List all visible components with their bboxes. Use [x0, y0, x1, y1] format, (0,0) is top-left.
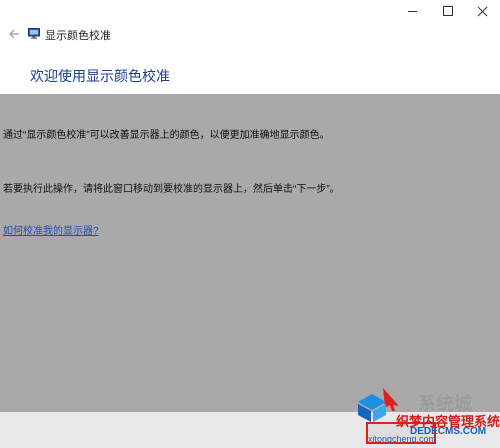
back-button[interactable] — [6, 26, 22, 42]
nav-row: 显示颜色校准 — [0, 22, 500, 48]
window-title: 显示颜色校准 — [45, 30, 111, 42]
windows-logo-icon — [358, 394, 386, 422]
maximize-icon — [443, 6, 453, 16]
help-link[interactable]: 如何校准我的显示器? — [3, 222, 99, 237]
close-button[interactable] — [464, 0, 500, 22]
close-icon — [477, 6, 488, 17]
page-heading: 欢迎使用显示颜色校准 — [30, 68, 170, 84]
maximize-button[interactable] — [430, 0, 466, 22]
instruction-paragraph: 若要执行此操作，请将此窗口移动到要校准的显示器上，然后单击“下一步”。 — [3, 184, 340, 195]
content-area: 通过“显示颜色校准”可以改善显示器上的颜色，以便更加准确地显示颜色。 若要执行此… — [0, 94, 500, 412]
monitor-icon — [28, 28, 40, 39]
arrow-left-icon — [9, 29, 19, 39]
title-bar[interactable] — [0, 0, 500, 22]
minimize-icon — [407, 10, 417, 12]
calibration-window: 显示颜色校准 欢迎使用显示颜色校准 通过“显示颜色校准”可以改善显示器上的颜色，… — [0, 0, 500, 448]
minimize-button[interactable] — [394, 0, 430, 22]
intro-paragraph: 通过“显示颜色校准”可以改善显示器上的颜色，以便更加准确地显示颜色。 — [3, 130, 330, 141]
watermark-url: xitongcheng.com — [368, 434, 437, 444]
